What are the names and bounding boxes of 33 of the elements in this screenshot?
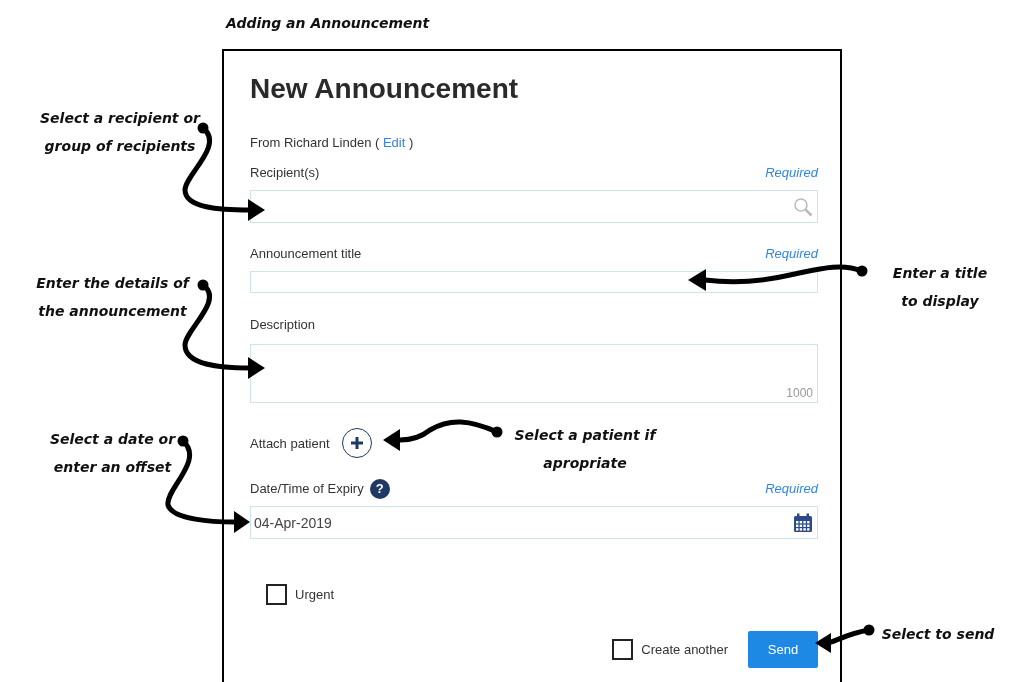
callout-text: Select a patient if apropriate	[513, 426, 658, 473]
field-label: Attach patient	[250, 435, 330, 451]
help-icon[interactable]: ?	[369, 479, 390, 499]
dialog-title: New Announcement	[250, 72, 520, 106]
search-field[interactable]	[250, 190, 818, 223]
add-button[interactable]	[341, 428, 372, 458]
callout-text: Enter the details of the announcement	[35, 274, 192, 321]
date-field[interactable]: 04-Apr-2019	[250, 506, 818, 539]
title-field[interactable]	[250, 271, 818, 293]
required-label: Required	[765, 164, 818, 182]
plus-icon	[349, 436, 364, 450]
caption: Adding an Announcement	[226, 15, 430, 31]
required-label: Required	[765, 480, 818, 498]
field-label: Recipient(s)	[250, 164, 320, 182]
field-label: Description	[250, 316, 316, 334]
callout-text: Select a date or enter an offset	[48, 430, 177, 477]
field-label: Announcement title	[250, 245, 362, 263]
search-icon	[793, 196, 813, 217]
callout-text: Select a recipient or group of recipients	[39, 109, 202, 156]
create-another-checkbox[interactable]	[612, 639, 634, 660]
from-line: From Richard Linden ( Edit )	[250, 134, 415, 152]
callout-text: Enter a title to display	[891, 264, 989, 311]
urgent-checkbox[interactable]	[266, 584, 287, 605]
required-label: Required	[765, 245, 818, 263]
callout-text: Select to send	[880, 625, 996, 644]
field-label: Date/Time of Expiry	[250, 480, 364, 498]
calendar-icon[interactable]	[793, 512, 813, 533]
send-button[interactable]: Send	[748, 631, 818, 668]
description-field[interactable]: 1000	[250, 344, 818, 403]
checkbox-label: Create another	[641, 642, 728, 657]
character-counter: 1000	[786, 386, 813, 402]
edit-link[interactable]: Edit	[382, 135, 406, 150]
checkbox-label: Urgent	[295, 587, 335, 602]
